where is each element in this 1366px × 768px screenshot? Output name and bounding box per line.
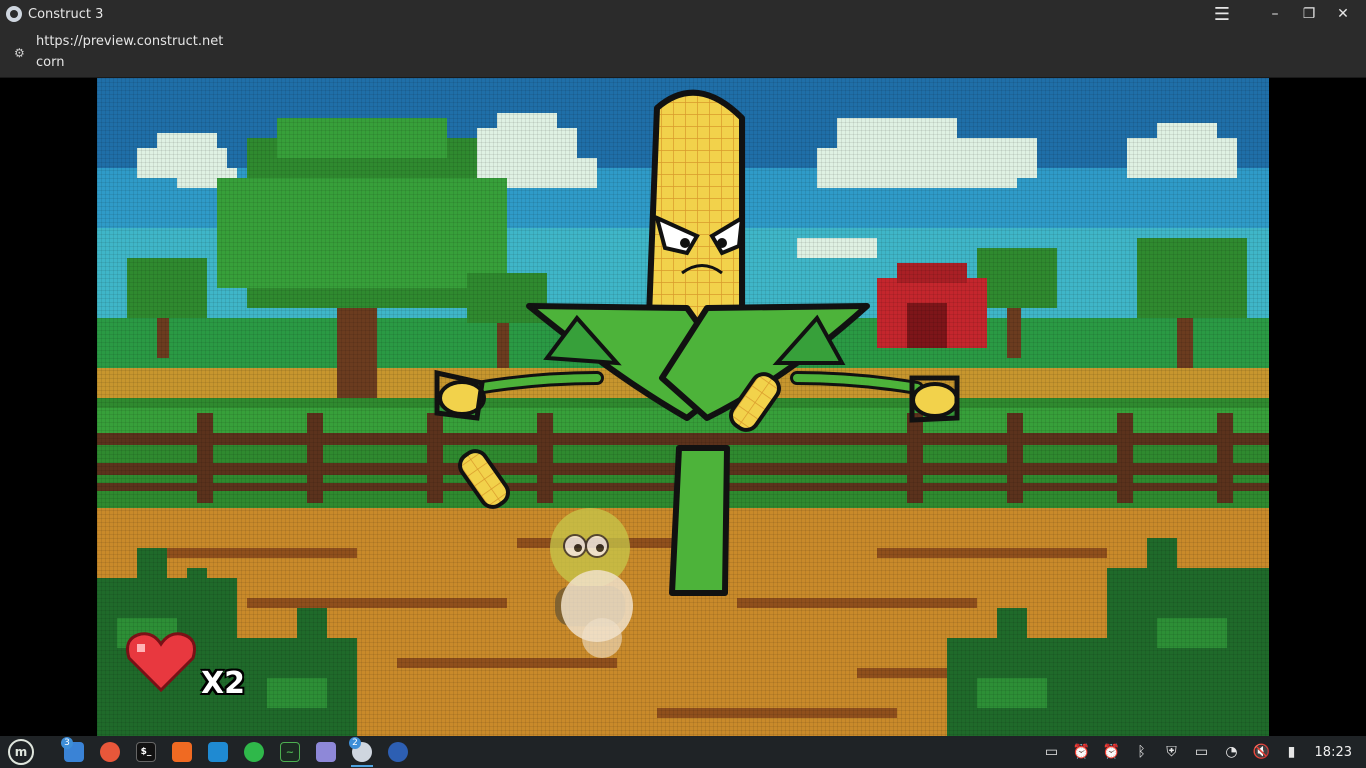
taskbar: m 3 $_ ~ 2 ▭ ⏰ ⏰ ᛒ ⛨ ▭ ◔ 🔇 ▮ 18:23 [0,736,1366,768]
alarm-clock-icon[interactable]: ⏰ [1067,737,1097,767]
lives-count: X2 [201,666,246,701]
monitor-icon: ~ [280,742,300,762]
close-icon[interactable]: ✕ [1326,0,1360,28]
window-title: Construct 3 [28,6,104,22]
terminal-icon: $_ [136,742,156,762]
system-tray: ▭ ⏰ ⏰ ᛒ ⛨ ▭ ◔ 🔇 ▮ 18:23 [1037,736,1366,768]
keyboard-icon[interactable]: ▭ [1187,737,1217,767]
construct-app-icon [6,6,22,22]
battery-icon[interactable]: ▮ [1277,737,1307,767]
site-settings-icon[interactable]: ⚙ [14,46,28,60]
taskbar-vscode[interactable] [203,737,233,767]
taskbar-emulator[interactable] [383,737,413,767]
penguin-icon [388,742,408,762]
files-badge: 3 [61,737,73,749]
game-scene [97,78,1269,736]
brave-icon [172,742,192,762]
construct-badge: 2 [349,737,361,749]
window-titlebar: Construct 3 ☰ – ❐ ✕ [0,0,1366,28]
volume-muted-icon[interactable]: 🔇 [1247,737,1277,767]
firefox-icon [100,742,120,762]
mint-menu-button[interactable]: m [6,737,36,767]
taskbar-text-editor[interactable] [311,737,341,767]
alarm-clock-icon-2[interactable]: ⏰ [1097,737,1127,767]
taskbar-brave[interactable] [167,737,197,767]
url-text[interactable]: https://preview.construct.net [36,34,223,49]
browser-viewport: X2 [0,78,1366,736]
url-bar: ⚙ https://preview.construct.net corn [0,28,1366,78]
bluetooth-icon[interactable]: ᛒ [1127,737,1157,767]
taskbar-files[interactable]: 3 [59,737,89,767]
taskbar-construct[interactable]: 2 [347,737,377,767]
vscode-icon [208,742,228,762]
shield-icon[interactable]: ⛨ [1157,737,1187,767]
restore-icon[interactable]: ❐ [1292,0,1326,28]
headphones-icon [244,742,264,762]
display-icon[interactable]: ▭ [1037,737,1067,767]
mint-logo-icon: m [8,739,34,765]
taskbar-firefox[interactable] [95,737,125,767]
taskbar-clock[interactable]: 18:23 [1315,745,1352,760]
taskbar-terminal[interactable]: $_ [131,737,161,767]
taskbar-system-monitor[interactable]: ~ [275,737,305,767]
notes-icon [316,742,336,762]
wifi-icon[interactable]: ◔ [1217,737,1247,767]
game-canvas[interactable]: X2 [97,78,1269,736]
minimize-icon[interactable]: – [1258,0,1292,28]
page-title: corn [36,55,65,70]
taskbar-music[interactable] [239,737,269,767]
hamburger-icon[interactable]: ☰ [1202,0,1242,28]
